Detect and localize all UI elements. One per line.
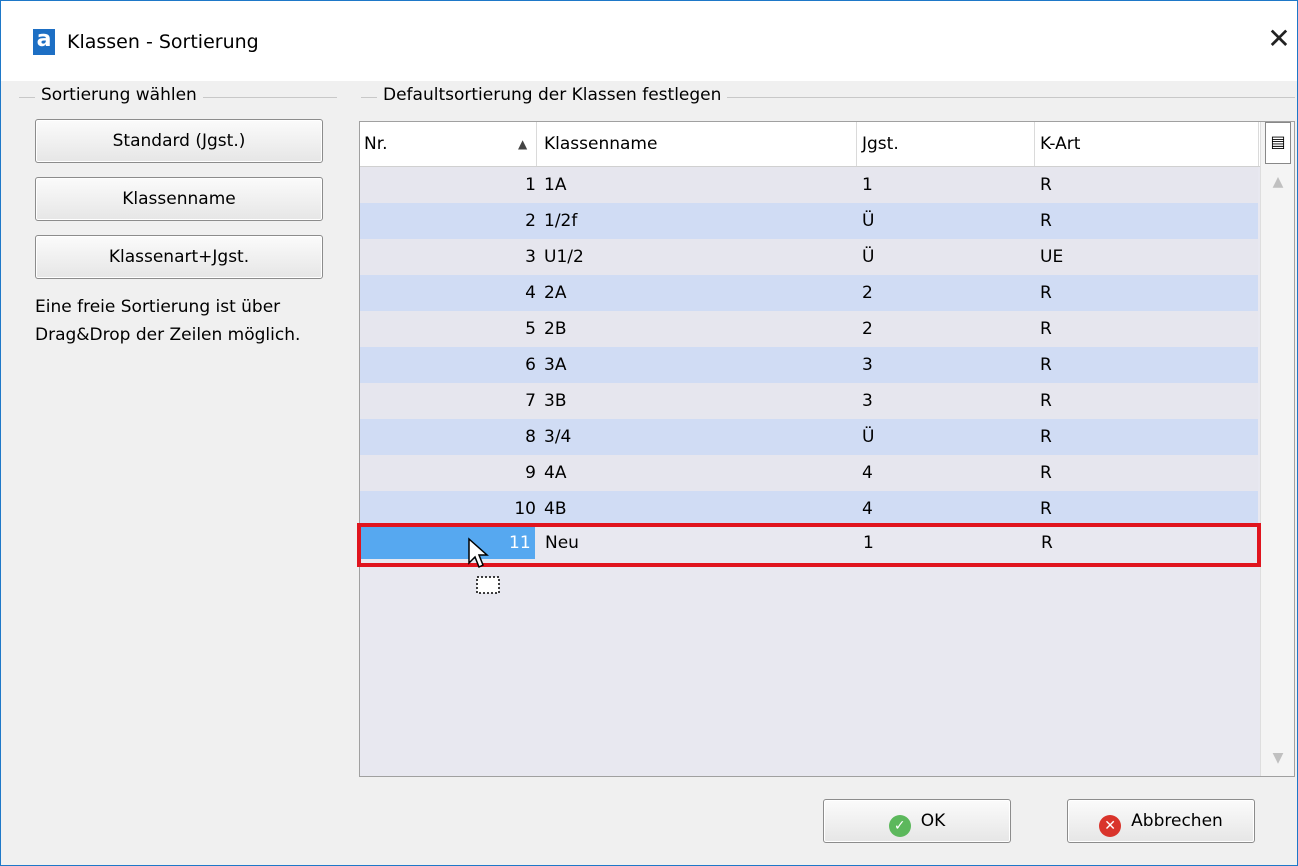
dialog-window: a Klassen - Sortierung ✕ Sortierung wähl… — [0, 0, 1298, 866]
cell-kart: R — [1040, 427, 1052, 447]
cell-kart: R — [1040, 211, 1052, 231]
table-row[interactable]: 5 2B 2 R — [360, 311, 1258, 347]
cell-nr: 5 — [525, 319, 536, 339]
cell-jgst: Ü — [862, 247, 875, 267]
cell-jgst: 2 — [862, 319, 873, 339]
column-chooser-icon[interactable]: ▤ — [1265, 122, 1291, 164]
title-bar: a Klassen - Sortierung ✕ — [1, 1, 1297, 81]
window-title: Klassen - Sortierung — [67, 31, 259, 53]
app-icon: a — [33, 29, 55, 55]
cell-nr: 10 — [514, 499, 536, 519]
check-icon: ✓ — [888, 815, 911, 837]
cell-name: 4A — [544, 463, 567, 483]
class-grid[interactable]: Nr. ▲ Klassenname Jgst. K-Art 1 1A 1 R 2 1/2f… — [359, 121, 1295, 777]
column-header-name[interactable]: Klassenname — [540, 122, 857, 166]
cell-nr: 3 — [525, 247, 536, 267]
cell-kart: R — [1040, 499, 1052, 519]
sort-classtype-button[interactable]: Klassenart+Jgst. — [35, 235, 323, 279]
column-label-name: Klassenname — [544, 134, 658, 154]
column-label-nr: Nr. — [364, 134, 388, 154]
cell-kart: R — [1040, 355, 1052, 375]
cell-jgst: 3 — [862, 355, 873, 375]
table-row[interactable]: 3 U1/2 Ü UE — [360, 239, 1258, 275]
left-group-title: Sortierung wählen — [35, 85, 203, 105]
cell-name: 3/4 — [544, 427, 572, 447]
cell-nr: 7 — [525, 391, 536, 411]
scroll-down-icon[interactable]: ▼ — [1269, 750, 1287, 766]
column-header-jgst[interactable]: Jgst. — [858, 122, 1035, 166]
table-row[interactable]: 1 1A 1 R — [360, 167, 1258, 203]
cell-name: 4B — [544, 499, 567, 519]
cancel-label: Abbrechen — [1131, 811, 1223, 831]
drag-cursor-icon — [468, 537, 500, 594]
cell-nr: 1 — [525, 175, 536, 195]
table-row[interactable]: 4 2A 2 R — [360, 275, 1258, 311]
cell-nr: 2 — [525, 211, 536, 231]
cell-kart: R — [1040, 175, 1052, 195]
ok-button[interactable]: ✓ OK — [823, 799, 1011, 843]
cell-name: 1A — [544, 175, 567, 195]
table-row[interactable]: 9 4A 4 R — [360, 455, 1258, 491]
cell-kart: UE — [1040, 247, 1064, 267]
sort-standard-button[interactable]: Standard (Jgst.) — [35, 119, 323, 163]
cell-nr: 9 — [525, 463, 536, 483]
cell-name: 2A — [544, 283, 567, 303]
cell-kart: R — [1040, 319, 1052, 339]
scroll-up-icon[interactable]: ▲ — [1269, 174, 1287, 190]
cell-jgst: 1 — [862, 175, 873, 195]
cell-kart: R — [1040, 391, 1052, 411]
table-row[interactable]: 2 1/2f Ü R — [360, 203, 1258, 239]
column-label-jgst: Jgst. — [862, 134, 899, 154]
vertical-scrollbar[interactable]: ▤ ▲ ▼ — [1260, 122, 1294, 776]
cancel-button[interactable]: ✕ Abbrechen — [1067, 799, 1255, 843]
cell-nr: 8 — [525, 427, 536, 447]
cell-name: U1/2 — [544, 247, 584, 267]
sort-classname-button[interactable]: Klassenname — [35, 177, 323, 221]
table-row[interactable]: 6 3A 3 R — [360, 347, 1258, 383]
cell-kart: R — [1040, 283, 1052, 303]
cell-name: 2B — [544, 319, 567, 339]
column-header-kart[interactable]: K-Art — [1036, 122, 1259, 166]
table-row[interactable]: 7 3B 3 R — [360, 383, 1258, 419]
cell-jgst: 3 — [862, 391, 873, 411]
cell-name: 3B — [544, 391, 567, 411]
column-header-nr[interactable]: Nr. ▲ — [360, 122, 537, 166]
cell-kart: R — [1040, 463, 1052, 483]
sort-ascending-icon: ▲ — [518, 137, 528, 151]
cell-name: 1/2f — [544, 211, 578, 231]
right-group-title: Defaultsortierung der Klassen festlegen — [377, 85, 728, 105]
cell-name: 3A — [544, 355, 567, 375]
table-row[interactable]: 8 3/4 Ü R — [360, 419, 1258, 455]
cell-nr: 4 — [525, 283, 536, 303]
table-row[interactable]: 10 4B 4 R — [360, 491, 1258, 527]
cancel-icon: ✕ — [1099, 815, 1122, 837]
cell-jgst: Ü — [862, 211, 875, 231]
cell-jgst: 4 — [862, 463, 873, 483]
grid-header: Nr. ▲ Klassenname Jgst. K-Art — [360, 122, 1260, 167]
close-icon[interactable]: ✕ — [1265, 25, 1293, 55]
ok-label: OK — [920, 811, 946, 831]
cell-jgst: 4 — [862, 499, 873, 519]
drag-drop-hint: Eine freie Sortierung ist über Drag&Drop… — [35, 297, 301, 345]
column-label-kart: K-Art — [1040, 134, 1081, 154]
cell-jgst: 2 — [862, 283, 873, 303]
cell-nr: 6 — [525, 355, 536, 375]
cell-jgst: Ü — [862, 427, 875, 447]
